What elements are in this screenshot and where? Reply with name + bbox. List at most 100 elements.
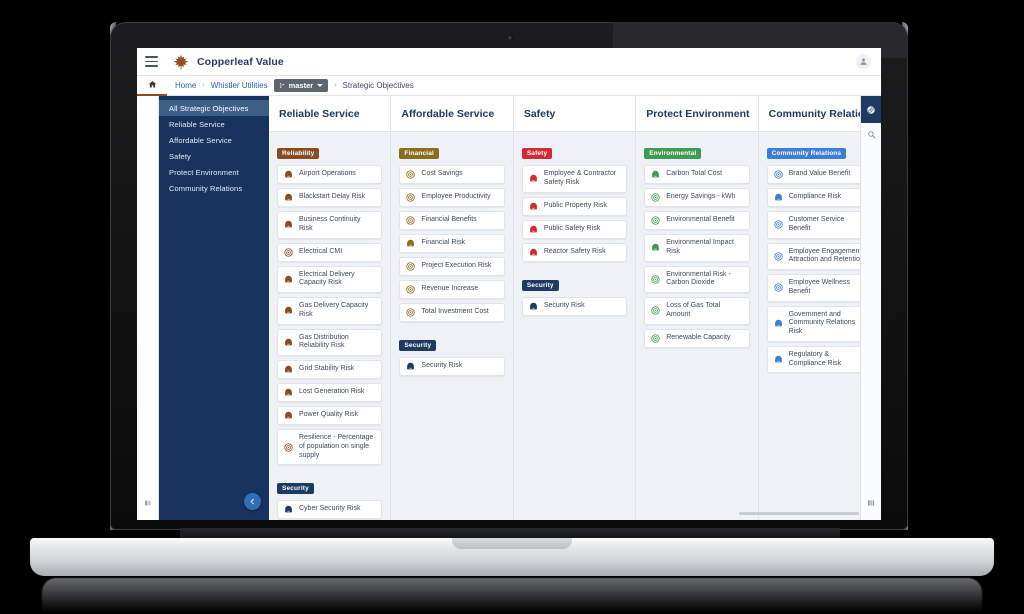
objective-card[interactable]: Resilience - Percentage of population on… xyxy=(277,429,383,466)
objective-card[interactable]: Gas Distribution Reliability Risk xyxy=(277,328,383,356)
board-column: Safety Safety Employee & Contractor Safety… xyxy=(513,96,637,520)
sidebar-item-all-strategic-objectives[interactable]: All Strategic Objectives xyxy=(159,100,269,116)
card-group: Safety Employee & Contractor Safety Risk P… xyxy=(521,142,628,262)
risk-bell-icon xyxy=(285,506,292,513)
objective-card[interactable]: Power Quality Risk xyxy=(277,406,383,425)
home-icon[interactable] xyxy=(137,76,167,96)
horizontal-scrollbar[interactable] xyxy=(739,512,859,515)
objective-card-label: Public Safety Risk xyxy=(543,224,601,232)
sidebar-item-reliable-service[interactable]: Reliable Service xyxy=(159,116,269,132)
objective-card-label: Employee Engagement, Attraction and Rete… xyxy=(788,247,864,264)
objective-card[interactable]: Regulatory & Compliance Risk xyxy=(766,345,873,374)
objective-card[interactable]: Blackstart Delay Risk xyxy=(277,188,383,207)
objective-card[interactable]: Carbon Total Cost xyxy=(644,165,750,184)
sidebar-item-safety[interactable]: Safety xyxy=(159,148,269,164)
objective-card-label: Resilience - Percentage of population on… xyxy=(299,434,374,459)
right-rail-search-button[interactable] xyxy=(861,123,882,145)
right-rail-attachment-button[interactable] xyxy=(860,96,881,123)
objective-card[interactable]: Public Safety Risk xyxy=(521,219,628,239)
risk-bell-icon xyxy=(285,365,292,373)
card-group: Financial Cost Savings Employee Productivi… xyxy=(399,142,505,322)
right-icon-rail xyxy=(860,96,881,520)
objective-card[interactable]: Environmental Benefit xyxy=(644,211,750,230)
objective-card[interactable]: Financial Benefits xyxy=(399,211,505,230)
hamburger-menu-icon[interactable] xyxy=(145,56,158,67)
objective-card[interactable]: Electrical Delivery Capacity Risk xyxy=(277,265,383,293)
sidebar-item-affordable-service[interactable]: Affordable Service xyxy=(159,132,269,148)
objective-card[interactable]: Reactor Safety Risk xyxy=(521,242,628,262)
sidebar-item-protect-environment[interactable]: Protect Environment xyxy=(159,164,269,180)
objective-card[interactable]: Loss of Gas Total Amount xyxy=(644,297,750,325)
board-column: Reliable Service Reliability Airport Opera… xyxy=(269,96,392,520)
risk-bell-icon xyxy=(652,244,660,251)
objective-card[interactable]: Employee & Contractor Safety Risk xyxy=(521,165,628,193)
sidebar-item-label: Affordable Service xyxy=(169,135,232,145)
objective-card[interactable]: Total Investment Cost xyxy=(399,303,505,322)
risk-bell-icon xyxy=(529,302,537,309)
objective-card[interactable]: Revenue Increase xyxy=(399,280,505,299)
breadcrumb-item-whistler-utilities[interactable]: Whistler Utilities xyxy=(211,81,268,90)
target-icon xyxy=(651,193,660,202)
objective-card[interactable]: Airport Operations xyxy=(277,165,383,184)
target-icon xyxy=(406,170,416,179)
risk-bell-icon xyxy=(285,338,292,346)
breadcrumb-item-home[interactable]: Home xyxy=(175,81,196,90)
objective-card[interactable]: Security Risk xyxy=(521,296,628,316)
laptop-reflection xyxy=(42,578,982,612)
objective-card[interactable]: Business Continuity Risk xyxy=(277,211,383,239)
objective-card-label: Environmental Benefit xyxy=(666,216,735,224)
chevron-down-icon xyxy=(317,84,324,87)
sidebar-item-community-relations[interactable]: Community Relations xyxy=(159,180,269,196)
app-brand: Copperleaf Value xyxy=(172,53,284,71)
objective-card[interactable]: Project Execution Risk xyxy=(399,257,505,276)
objective-card[interactable]: Lost Generation Risk xyxy=(277,383,383,402)
objective-card[interactable]: Employee Wellness Benefit xyxy=(766,274,873,302)
objective-card[interactable]: Renewable Capacity xyxy=(644,328,750,348)
board-column-header: Affordable Service xyxy=(391,96,513,132)
target-icon xyxy=(284,442,293,452)
board-column-title: Affordable Service xyxy=(401,107,495,120)
sidebar-collapse-button[interactable] xyxy=(244,493,261,510)
objective-card[interactable]: Cyber Security Risk xyxy=(277,500,383,520)
objective-card[interactable]: Cost Savings xyxy=(399,165,505,184)
breadcrumb-separator-2: › xyxy=(334,82,337,89)
branch-selector-dropdown[interactable]: master xyxy=(273,79,329,92)
objective-card-label: Energy Savings - kWh xyxy=(666,193,736,201)
rail-bottom-icon[interactable] xyxy=(144,494,152,512)
risk-bell-icon xyxy=(285,275,292,283)
target-icon xyxy=(773,220,783,229)
objective-card[interactable]: Employee Engagement, Attraction and Rete… xyxy=(766,242,873,270)
app-brand-name: Copperleaf Value xyxy=(197,55,284,68)
group-tag: Financial xyxy=(399,148,439,159)
objective-card[interactable]: Environmental Risk - Carbon Dioxide xyxy=(644,265,750,293)
breadcrumb: Home › Whistler Utilities master › Strat… xyxy=(167,79,414,92)
objective-card[interactable]: Employee Productivity xyxy=(399,188,505,207)
objective-card-label: Total Investment Cost xyxy=(421,308,489,316)
objective-card-label: Government and Community Relations Risk xyxy=(788,310,856,336)
objective-card[interactable]: Government and Community Relations Risk xyxy=(766,305,873,342)
objective-card[interactable]: Customer Service Benefit xyxy=(766,211,873,239)
objective-card[interactable]: Grid Stability Risk xyxy=(277,360,383,379)
objective-card-label: Financial Benefits xyxy=(421,216,477,224)
objective-card[interactable]: Energy Savings - kWh xyxy=(644,188,750,207)
target-icon xyxy=(406,285,416,294)
target-icon xyxy=(773,283,783,292)
objective-card-label: Cyber Security Risk xyxy=(299,505,361,513)
objective-card[interactable]: Compliance Risk xyxy=(766,188,873,207)
objective-card-label: Grid Stability Risk xyxy=(299,365,355,373)
risk-bell-icon xyxy=(529,225,537,232)
objective-card[interactable]: Public Property Risk xyxy=(521,196,628,216)
objective-card[interactable]: Gas Delivery Capacity Risk xyxy=(277,297,383,325)
objective-card[interactable]: Brand Value Benefit xyxy=(766,165,873,184)
board-column-body: Financial Cost Savings Employee Productivi… xyxy=(391,132,512,520)
user-avatar-icon[interactable] xyxy=(856,54,871,69)
board-column-body: Reliability Airport Operations Blackstart … xyxy=(269,132,390,520)
objective-card-label: Carbon Total Cost xyxy=(666,170,723,178)
right-rail-layout-button[interactable] xyxy=(861,492,882,514)
objective-card[interactable]: Financial Risk xyxy=(399,234,505,253)
sidebar-item-label: Protect Environment xyxy=(169,167,239,177)
risk-bell-icon xyxy=(774,355,782,363)
objective-card[interactable]: Electrical CMI xyxy=(277,242,383,262)
objective-card[interactable]: Environmental Impact Risk xyxy=(644,234,750,262)
objective-card[interactable]: Security Risk xyxy=(399,357,505,376)
